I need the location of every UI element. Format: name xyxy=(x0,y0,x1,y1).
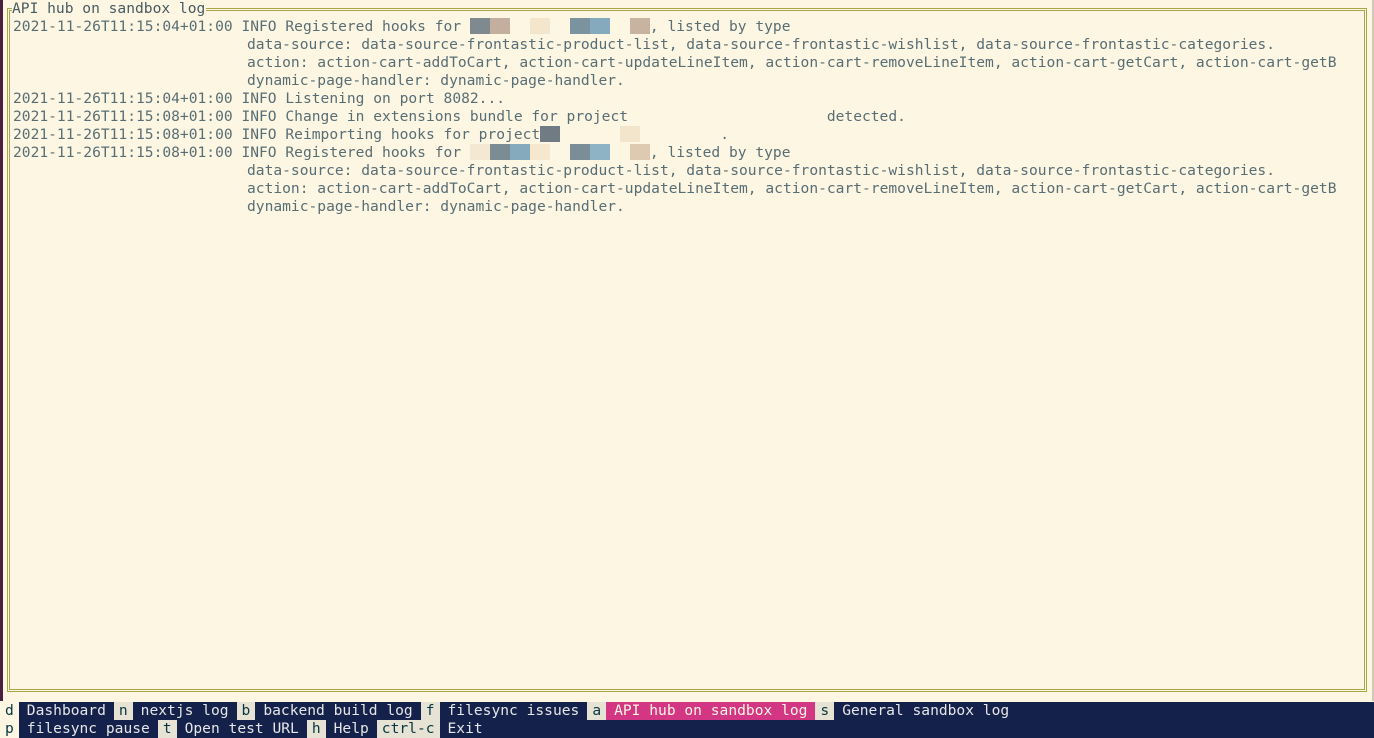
shortcut-filesync-pause-button[interactable]: filesync pause xyxy=(18,720,158,738)
pane-title: API hub on sandbox log xyxy=(12,0,207,18)
redaction-block xyxy=(509,18,530,34)
redaction-block xyxy=(489,144,510,160)
shortcut-key-p: p xyxy=(0,720,19,738)
shortcut-api-hub-on-sandbox-log-button[interactable]: API hub on sandbox log xyxy=(606,702,816,720)
redaction-block xyxy=(469,18,490,34)
redaction-block xyxy=(589,18,610,34)
log-text: data-source: data-source-frontastic-prod… xyxy=(247,36,1275,53)
shortcut-backend-build-log-button[interactable]: backend build log xyxy=(255,702,421,720)
redaction-block xyxy=(509,144,530,160)
log-text: , listed by type xyxy=(649,144,791,161)
shortcut-key-h: h xyxy=(306,720,326,738)
log-text: , listed by type xyxy=(649,18,791,35)
log-timestamp: 2021-11-26T11:15:04+01:00 xyxy=(13,90,242,107)
redaction-block xyxy=(629,18,650,34)
log-text: INFO Registered hooks for xyxy=(241,144,470,161)
redacted-project-name xyxy=(469,144,650,162)
log-text: action: action-cart-addToCart, action-ca… xyxy=(247,180,1337,197)
shortcut-help-button[interactable]: Help xyxy=(325,720,377,738)
shortcut-row-2: p filesync pause t Open test URL h Help ctrl-c… xyxy=(0,720,1374,738)
log-line: data-source: data-source-frontastic-prod… xyxy=(13,36,1364,54)
window-left-edge xyxy=(0,0,3,738)
log-line: 2021-11-26T11:15:04+01:00 INFO Listening… xyxy=(13,90,1364,108)
log-line: dynamic-page-handler: dynamic-page-handl… xyxy=(13,72,1364,90)
shortcut-nextjs-log-button[interactable]: nextjs log xyxy=(132,702,237,720)
shortcut-key-s: s xyxy=(815,702,835,720)
log-text: . xyxy=(720,126,729,143)
redaction-block xyxy=(469,144,490,160)
log-line: action: action-cart-addToCart, action-ca… xyxy=(13,180,1364,198)
log-timestamp: 2021-11-26T11:15:04+01:00 xyxy=(13,18,242,35)
log-line: 2021-11-26T11:15:08+01:00 INFO Registere… xyxy=(13,144,1364,162)
shortcut-key-b: b xyxy=(236,702,256,720)
shortcut-filesync-issues-button[interactable]: filesync issues xyxy=(439,702,588,720)
shortcut-general-sandbox-log-button[interactable]: General sandbox log xyxy=(834,702,1018,720)
redaction-block xyxy=(620,126,641,142)
log-text: dynamic-page-handler: dynamic-page-handl… xyxy=(247,72,625,89)
log-timestamp: 2021-11-26T11:15:08+01:00 xyxy=(13,108,242,125)
log-line: action: action-cart-addToCart, action-ca… xyxy=(13,54,1364,72)
shortcut-key-t: t xyxy=(157,720,177,738)
status-bar: d Dashboard n nextjs log b backend build log f… xyxy=(0,701,1374,738)
shortcut-key-f: f xyxy=(420,702,440,720)
log-line: 2021-11-26T11:15:04+01:00 INFO Registere… xyxy=(13,18,1364,36)
redaction-block xyxy=(560,126,621,142)
redaction-block xyxy=(569,18,590,34)
shortcut-key-a: a xyxy=(587,702,607,720)
status-bar-fill xyxy=(490,720,1374,738)
log-text: data-source: data-source-frontastic-prod… xyxy=(247,162,1275,179)
redaction-block xyxy=(529,144,550,160)
log-text: detected. xyxy=(826,108,906,125)
log-text: INFO Reimporting hooks for project xyxy=(241,126,541,143)
redaction-block xyxy=(629,144,650,160)
redaction-block xyxy=(609,18,630,34)
log-timestamp: 2021-11-26T11:15:08+01:00 xyxy=(13,144,242,161)
shortcut-key-d: d xyxy=(0,702,19,720)
shortcut-row-1: d Dashboard n nextjs log b backend build log f… xyxy=(0,702,1374,720)
log-text: INFO Change in extensions bundle for pro… xyxy=(241,108,637,125)
log-line: 2021-11-26T11:15:08+01:00 INFO Reimporti… xyxy=(13,126,1364,144)
redacted-project-name xyxy=(636,108,827,126)
log-line: dynamic-page-handler: dynamic-page-handl… xyxy=(13,198,1364,216)
shortcut-key-n: n xyxy=(113,702,133,720)
redaction-block xyxy=(489,18,510,34)
log-line: 2021-11-26T11:15:08+01:00 INFO Change in… xyxy=(13,108,1364,126)
log-timestamp: 2021-11-26T11:15:08+01:00 xyxy=(13,126,242,143)
shortcut-exit-button[interactable]: Exit xyxy=(439,720,491,738)
redaction-block xyxy=(636,108,827,124)
redaction-block xyxy=(640,126,721,142)
status-bar-fill xyxy=(1017,702,1374,720)
log-line: data-source: data-source-frontastic-prod… xyxy=(13,162,1364,180)
redaction-block xyxy=(549,18,570,34)
log-text: INFO Listening on port 8082... xyxy=(241,90,506,107)
redaction-block xyxy=(609,144,630,160)
log-text: dynamic-page-handler: dynamic-page-handl… xyxy=(247,198,625,215)
redaction-block xyxy=(540,126,561,142)
shortcut-key-ctrl-c: ctrl-c xyxy=(376,720,440,738)
redaction-block xyxy=(529,18,550,34)
log-text: INFO Registered hooks for xyxy=(241,18,470,35)
log-text: action: action-cart-addToCart, action-ca… xyxy=(247,54,1337,71)
shortcut-dashboard-button[interactable]: Dashboard xyxy=(18,702,114,720)
redacted-project-name xyxy=(540,126,721,144)
redaction-block xyxy=(589,144,610,160)
shortcut-open-test-url-button[interactable]: Open test URL xyxy=(176,720,307,738)
redacted-project-name xyxy=(469,18,650,36)
redaction-block xyxy=(549,144,570,160)
log-output[interactable]: 2021-11-26T11:15:04+01:00 INFO Registere… xyxy=(13,18,1364,678)
redaction-block xyxy=(569,144,590,160)
